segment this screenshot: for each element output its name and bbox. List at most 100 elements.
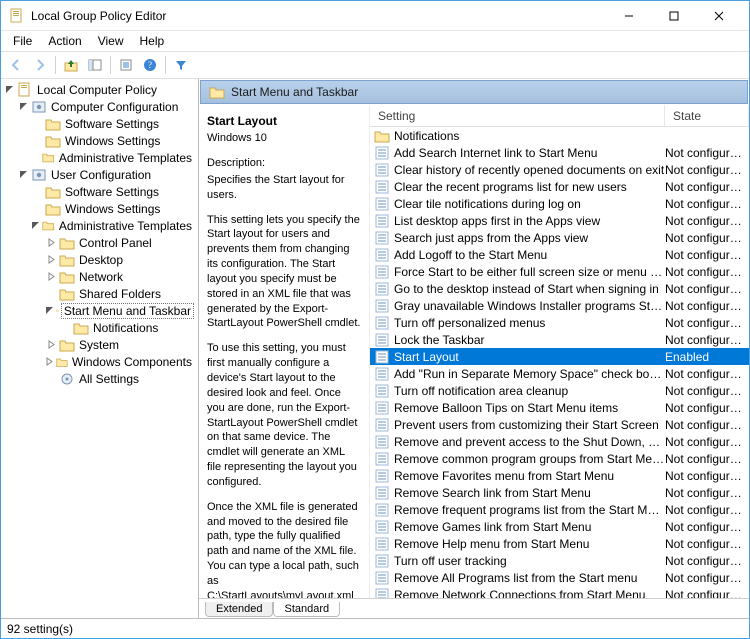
list-item[interactable]: Gray unavailable Windows Installer progr… <box>370 297 749 314</box>
tab-extended[interactable]: Extended <box>205 602 273 617</box>
tree-node[interactable]: Software Settings <box>31 115 198 132</box>
tree-node[interactable]: Windows Settings <box>31 200 198 217</box>
list-item[interactable]: Add Search Internet link to Start MenuNo… <box>370 144 749 161</box>
menu-help[interactable]: Help <box>132 32 173 50</box>
tree-node[interactable]: Administrative Templates <box>31 149 198 166</box>
tree-label: Software Settings <box>63 117 161 131</box>
show-hide-tree-button[interactable] <box>84 54 106 76</box>
list-item[interactable]: Add Logoff to the Start MenuNot configur… <box>370 246 749 263</box>
list-item[interactable]: Search just apps from the Apps viewNot c… <box>370 229 749 246</box>
list-item-label: Remove Games link from Start Menu <box>394 520 665 534</box>
tree-node[interactable]: Start Menu and Taskbar <box>45 302 198 319</box>
list-item[interactable]: Force Start to be either full screen siz… <box>370 263 749 280</box>
list-item[interactable]: Add "Run in Separate Memory Space" check… <box>370 365 749 382</box>
list-item[interactable]: Remove Help menu from Start MenuNot conf… <box>370 535 749 552</box>
list-item[interactable]: Lock the TaskbarNot configured <box>370 331 749 348</box>
list-item-label: Add "Run in Separate Memory Space" check… <box>394 367 665 381</box>
menu-action[interactable]: Action <box>40 32 89 50</box>
tree-node[interactable]: Software Settings <box>31 183 198 200</box>
list-item-state: Not configured <box>665 333 749 347</box>
expand-icon[interactable] <box>45 271 57 283</box>
col-state[interactable]: State <box>665 105 749 126</box>
tree-node[interactable]: Shared Folders <box>45 285 198 302</box>
list-item[interactable]: Remove common program groups from Start … <box>370 450 749 467</box>
list-item[interactable]: Turn off personalized menusNot configure… <box>370 314 749 331</box>
list-item[interactable]: Prevent users from customizing their Sta… <box>370 416 749 433</box>
help-button[interactable]: ? <box>139 54 161 76</box>
tree-node[interactable]: Windows Settings <box>31 132 198 149</box>
tree-node[interactable]: Local Computer Policy <box>3 81 198 98</box>
list-item[interactable]: Clear history of recently opened documen… <box>370 161 749 178</box>
expand-icon[interactable] <box>45 356 54 368</box>
list-item[interactable]: Notifications <box>370 127 749 144</box>
policy-icon <box>374 417 390 433</box>
up-folder-button[interactable] <box>60 54 82 76</box>
back-button[interactable] <box>5 54 27 76</box>
tree-node[interactable]: All Settings <box>45 370 198 387</box>
app-icon <box>9 8 25 24</box>
tree-node[interactable]: Administrative Templates <box>31 217 198 234</box>
list-item[interactable]: Remove Network Connections from Start Me… <box>370 586 749 598</box>
tree-label: Local Computer Policy <box>35 83 159 97</box>
settings-list: Setting State NotificationsAdd Search In… <box>369 105 749 598</box>
expand-icon[interactable] <box>45 237 57 249</box>
tree-node[interactable]: Computer Configuration <box>17 98 198 115</box>
collapse-icon[interactable] <box>17 169 29 181</box>
list-header[interactable]: Setting State <box>370 105 749 127</box>
tree-node[interactable]: User Configuration <box>17 166 198 183</box>
properties-button[interactable] <box>115 54 137 76</box>
list-item[interactable]: Remove Search link from Start MenuNot co… <box>370 484 749 501</box>
list-item-state: Not configured <box>665 248 749 262</box>
collapse-icon[interactable] <box>45 305 54 317</box>
list-item[interactable]: Remove Favorites menu from Start MenuNot… <box>370 467 749 484</box>
collapse-icon[interactable] <box>3 84 15 96</box>
root-icon <box>17 82 33 98</box>
maximize-button[interactable] <box>651 2 696 30</box>
cog-icon <box>31 167 47 183</box>
tree-node[interactable]: Network <box>45 268 198 285</box>
folder-icon <box>59 337 75 353</box>
expand-icon[interactable] <box>45 339 57 351</box>
list-item[interactable]: Remove frequent programs list from the S… <box>370 501 749 518</box>
list-item-label: Notifications <box>394 129 665 143</box>
desc-title: Start Layout <box>207 113 361 129</box>
list-item[interactable]: Clear tile notifications during log onNo… <box>370 195 749 212</box>
list-item-state: Not configured <box>665 435 749 449</box>
list-item[interactable]: Remove Games link from Start MenuNot con… <box>370 518 749 535</box>
list-item[interactable]: Go to the desktop instead of Start when … <box>370 280 749 297</box>
list-item[interactable]: Remove All Programs list from the Start … <box>370 569 749 586</box>
list-item[interactable]: Clear the recent programs list for new u… <box>370 178 749 195</box>
list-item[interactable]: Turn off notification area cleanupNot co… <box>370 382 749 399</box>
expand-icon[interactable] <box>45 254 57 266</box>
collapse-icon[interactable] <box>31 220 40 232</box>
list-item[interactable]: List desktop apps first in the Apps view… <box>370 212 749 229</box>
collapse-icon[interactable] <box>17 101 29 113</box>
tree-label: User Configuration <box>49 168 153 182</box>
tree-node[interactable]: Control Panel <box>45 234 198 251</box>
list-item-state: Not configured <box>665 282 749 296</box>
list-body[interactable]: NotificationsAdd Search Internet link to… <box>370 127 749 598</box>
tree-node[interactable]: Desktop <box>45 251 198 268</box>
menu-file[interactable]: File <box>5 32 40 50</box>
policy-icon <box>374 383 390 399</box>
tab-standard[interactable]: Standard <box>273 602 340 617</box>
list-item[interactable]: Start LayoutEnabled <box>370 348 749 365</box>
category-header: Start Menu and Taskbar <box>200 80 748 104</box>
tabs: Extended Standard <box>199 598 749 618</box>
tree-node[interactable]: Windows Components <box>45 353 198 370</box>
list-item[interactable]: Remove Balloon Tips on Start Menu itemsN… <box>370 399 749 416</box>
menu-view[interactable]: View <box>90 32 132 50</box>
minimize-button[interactable] <box>606 2 651 30</box>
close-button[interactable] <box>696 2 741 30</box>
filter-button[interactable] <box>170 54 192 76</box>
tree-node[interactable]: Notifications <box>59 319 198 336</box>
tree-node[interactable]: System <box>45 336 198 353</box>
list-item[interactable]: Turn off user trackingNot configured <box>370 552 749 569</box>
policy-icon <box>374 162 390 178</box>
description-pane: Start Layout Windows 10 Description: Spe… <box>199 105 369 598</box>
policy-icon <box>374 332 390 348</box>
list-item[interactable]: Remove and prevent access to the Shut Do… <box>370 433 749 450</box>
tree-pane[interactable]: Local Computer PolicyComputer Configurat… <box>1 79 199 618</box>
forward-button[interactable] <box>29 54 51 76</box>
col-setting[interactable]: Setting <box>370 105 665 126</box>
